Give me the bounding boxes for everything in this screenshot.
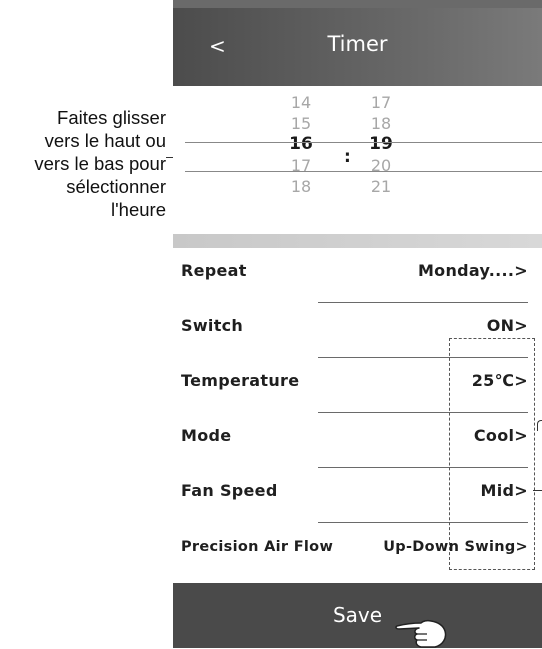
setting-value[interactable]: Monday....> <box>418 261 528 280</box>
annotation-line: Faites glisser <box>57 107 166 128</box>
setting-row-repeat[interactable]: Repeat Monday....> <box>173 248 542 303</box>
hour-option[interactable]: 18 <box>285 176 317 197</box>
status-strip <box>173 0 542 8</box>
instruction-annotation: Faites glisser vers le haut ou vers le b… <box>0 106 166 221</box>
hour-wheel[interactable]: 14 15 16 17 18 <box>285 92 317 197</box>
annotation-line: vers le haut ou <box>44 130 166 151</box>
phone-screen: < Timer 14 15 16 17 18 17 18 19 20 21 : … <box>173 0 542 648</box>
hour-option[interactable]: 17 <box>285 155 317 176</box>
minute-option[interactable]: 20 <box>365 155 397 176</box>
section-divider <box>173 234 542 248</box>
setting-label: Switch <box>181 316 244 335</box>
setting-value[interactable]: ON> <box>487 316 528 335</box>
app-header: < Timer <box>173 8 542 86</box>
selection-line-bottom <box>185 171 542 172</box>
setting-label: Fan Speed <box>181 481 278 500</box>
time-picker[interactable]: 14 15 16 17 18 17 18 19 20 21 : <box>173 86 542 234</box>
selected-minute[interactable]: 19 <box>365 134 397 155</box>
hour-option[interactable]: 14 <box>285 92 317 113</box>
minute-option[interactable]: 21 <box>365 176 397 197</box>
hour-option[interactable]: 15 <box>285 113 317 134</box>
highlight-box <box>449 338 535 570</box>
minute-wheel[interactable]: 17 18 19 20 21 <box>365 92 397 197</box>
callout-mark <box>537 420 542 431</box>
callout-mark <box>533 490 542 491</box>
pointing-hand-icon <box>395 619 447 648</box>
setting-label: Precision Air Flow <box>181 539 334 555</box>
annotation-line: sélectionner <box>66 176 166 197</box>
annotation-line: l'heure <box>111 199 166 220</box>
setting-label: Temperature <box>181 371 300 390</box>
setting-label: Mode <box>181 426 232 445</box>
selected-hour[interactable]: 16 <box>285 134 317 155</box>
page-title: Timer <box>327 32 388 56</box>
setting-label: Repeat <box>181 261 247 280</box>
selection-line-top <box>185 142 542 143</box>
time-separator: : <box>344 147 351 167</box>
save-label: Save <box>332 603 383 627</box>
minute-option[interactable]: 18 <box>365 113 397 134</box>
minute-option[interactable]: 17 <box>365 92 397 113</box>
save-button[interactable]: Save <box>173 583 542 648</box>
annotation-line: vers le bas pour <box>34 153 166 174</box>
